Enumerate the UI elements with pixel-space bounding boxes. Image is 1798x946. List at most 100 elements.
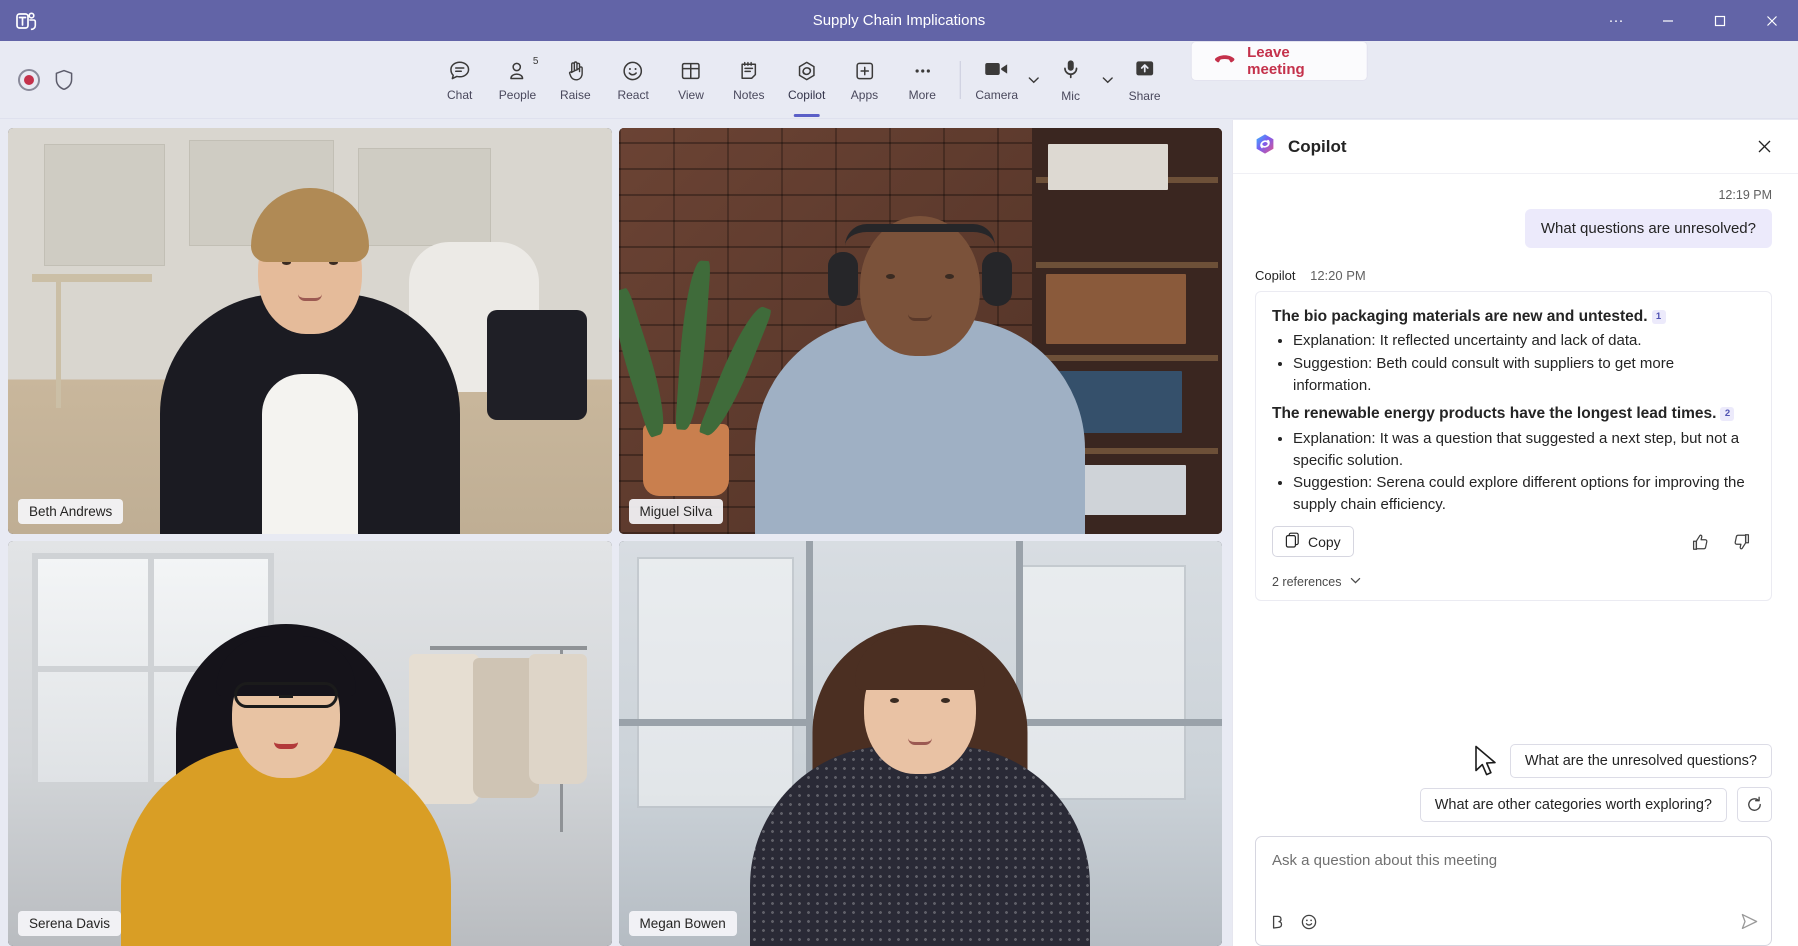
copy-label: Copy — [1308, 533, 1341, 550]
suggestion-chip-row: What are other categories worth explorin… — [1419, 787, 1772, 822]
notes-icon — [737, 58, 761, 84]
camera-button[interactable]: Camera — [970, 41, 1023, 119]
window-minimize-button[interactable] — [1642, 0, 1694, 41]
camera-icon — [984, 59, 1010, 84]
copilot-footer: What are the unresolved questions? What … — [1233, 744, 1798, 946]
video-stage: Beth Andrews Miguel Silva Serena Davis M… — [0, 120, 1232, 946]
citation-badge[interactable]: 2 — [1720, 407, 1735, 422]
copilot-conversation: 12:19 PM What questions are unresolved? … — [1233, 174, 1798, 744]
participant-tile-serena-davis[interactable]: Serena Davis — [8, 540, 612, 946]
copilot-title: Copilot — [1288, 136, 1347, 156]
toolbar-item-react[interactable]: React — [604, 41, 662, 119]
toolbar-item-notes[interactable]: Notes — [720, 41, 778, 119]
toolbar-item-more[interactable]: More — [893, 41, 951, 119]
response-heading: The renewable energy products have the l… — [1272, 403, 1755, 425]
toolbar-item-label: View — [678, 88, 704, 102]
toolbar-item-label: React — [617, 88, 649, 102]
toolbar-item-people[interactable]: 5 People — [489, 41, 547, 119]
response-bullet-list: Explanation: It reflected uncertainty an… — [1272, 330, 1755, 397]
toolbar-item-label: Chat — [446, 88, 473, 102]
participant-nameplate: Beth Andrews — [18, 498, 124, 524]
share-screen-icon — [1134, 58, 1156, 85]
copilot-response-card: The bio packaging materials are new and … — [1255, 291, 1772, 602]
copilot-icon — [795, 58, 819, 84]
view-grid-icon — [679, 58, 703, 84]
window-controls: ··· — [1590, 0, 1798, 41]
participant-tile-megan-bowen[interactable]: Megan Bowen — [618, 540, 1222, 946]
leave-meeting-button[interactable]: Leave meeting — [1191, 41, 1368, 81]
camera-label: Camera — [975, 87, 1019, 102]
toolbar-item-raise[interactable]: Raise — [546, 41, 604, 119]
more-ellipsis-icon — [910, 58, 934, 84]
bot-message-timestamp: 12:20 PM — [1310, 268, 1366, 283]
participant-tile-miguel-silva[interactable]: Miguel Silva — [618, 128, 1222, 534]
mic-button[interactable]: Mic — [1044, 41, 1097, 119]
thumbs-up-icon[interactable] — [1687, 529, 1713, 555]
send-icon[interactable] — [1740, 912, 1759, 936]
bot-message-meta: Copilot 12:20 PM — [1255, 268, 1772, 283]
bold-format-icon[interactable] — [1268, 913, 1286, 936]
user-message-timestamp: 12:19 PM — [1718, 188, 1772, 202]
references-toggle[interactable]: 2 references — [1272, 570, 1755, 590]
toolbar-right — [1780, 41, 1798, 118]
feedback-controls — [1687, 529, 1755, 555]
copilot-panel: Copilot 12:19 PM What questions are unre… — [1232, 120, 1798, 946]
copy-icon — [1285, 532, 1300, 551]
react-smiley-icon — [621, 58, 645, 84]
people-count-badge: 5 — [532, 56, 539, 67]
bot-author: Copilot — [1255, 268, 1296, 283]
toolbar-left-indicators — [0, 68, 74, 91]
list-item: Explanation: It was a question that sugg… — [1293, 428, 1755, 472]
response-bullet-list: Explanation: It was a question that sugg… — [1272, 428, 1755, 517]
copilot-header: Copilot — [1233, 120, 1798, 174]
toolbar-item-chat[interactable]: Chat — [431, 41, 489, 119]
mic-icon — [1060, 58, 1082, 85]
toolbar-actions: Chat 5 People Raise React View Notes Cop… — [431, 41, 1368, 118]
participant-tile-beth-andrews[interactable]: Beth Andrews — [8, 128, 612, 534]
refresh-icon[interactable] — [1737, 787, 1772, 822]
composer-placeholder: Ask a question about this meeting — [1272, 852, 1498, 869]
mic-label: Mic — [1061, 88, 1080, 103]
teams-logo-icon — [12, 7, 40, 35]
toolbar-item-apps[interactable]: Apps — [836, 41, 894, 119]
toolbar-item-copilot[interactable]: Copilot — [778, 41, 836, 119]
share-button[interactable]: Share — [1118, 41, 1171, 119]
list-item: Explanation: It reflected uncertainty an… — [1293, 330, 1755, 352]
response-heading-text: The renewable energy products have the l… — [1272, 405, 1717, 423]
chat-icon — [448, 58, 472, 84]
toolbar-divider — [960, 60, 962, 99]
camera-options-chevron-down-icon[interactable] — [1023, 41, 1044, 119]
window-more-button[interactable]: ··· — [1590, 0, 1642, 41]
mic-options-chevron-down-icon[interactable] — [1097, 41, 1118, 119]
chevron-down-icon — [1349, 574, 1362, 590]
video-feed — [618, 128, 1222, 534]
window-close-button[interactable] — [1746, 0, 1798, 41]
people-icon: 5 — [505, 56, 538, 84]
close-icon[interactable] — [1748, 131, 1780, 163]
list-item: Suggestion: Serena could explore differe… — [1293, 472, 1755, 516]
window-maximize-button[interactable] — [1694, 0, 1746, 41]
response-actions: Copy — [1272, 526, 1755, 558]
citation-badge[interactable]: 1 — [1651, 310, 1666, 324]
hangup-icon — [1214, 53, 1236, 70]
response-heading: The bio packaging materials are new and … — [1272, 306, 1755, 328]
window-title: Supply Chain Implications — [812, 12, 986, 29]
participant-nameplate: Miguel Silva — [628, 498, 724, 524]
thumbs-down-icon[interactable] — [1729, 529, 1755, 555]
user-message-bubble: What questions are unresolved? — [1524, 209, 1772, 248]
raise-hand-icon — [563, 58, 587, 84]
meeting-toolbar: Chat 5 People Raise React View Notes Cop… — [0, 41, 1798, 119]
list-item: Suggestion: Beth could consult with supp… — [1293, 353, 1755, 397]
suggestion-chip-2[interactable]: What are other categories worth explorin… — [1419, 787, 1727, 822]
video-feed — [618, 540, 1222, 946]
video-feed — [8, 540, 612, 946]
composer-tools — [1268, 912, 1759, 936]
toolbar-item-view[interactable]: View — [662, 41, 720, 119]
references-label: 2 references — [1272, 575, 1342, 590]
share-label: Share — [1128, 88, 1161, 103]
copy-button[interactable]: Copy — [1272, 526, 1354, 558]
emoji-icon[interactable] — [1300, 913, 1318, 936]
suggestion-chip-1[interactable]: What are the unresolved questions? — [1509, 744, 1772, 778]
participant-nameplate: Serena Davis — [18, 911, 122, 936]
composer[interactable]: Ask a question about this meeting — [1255, 836, 1772, 946]
